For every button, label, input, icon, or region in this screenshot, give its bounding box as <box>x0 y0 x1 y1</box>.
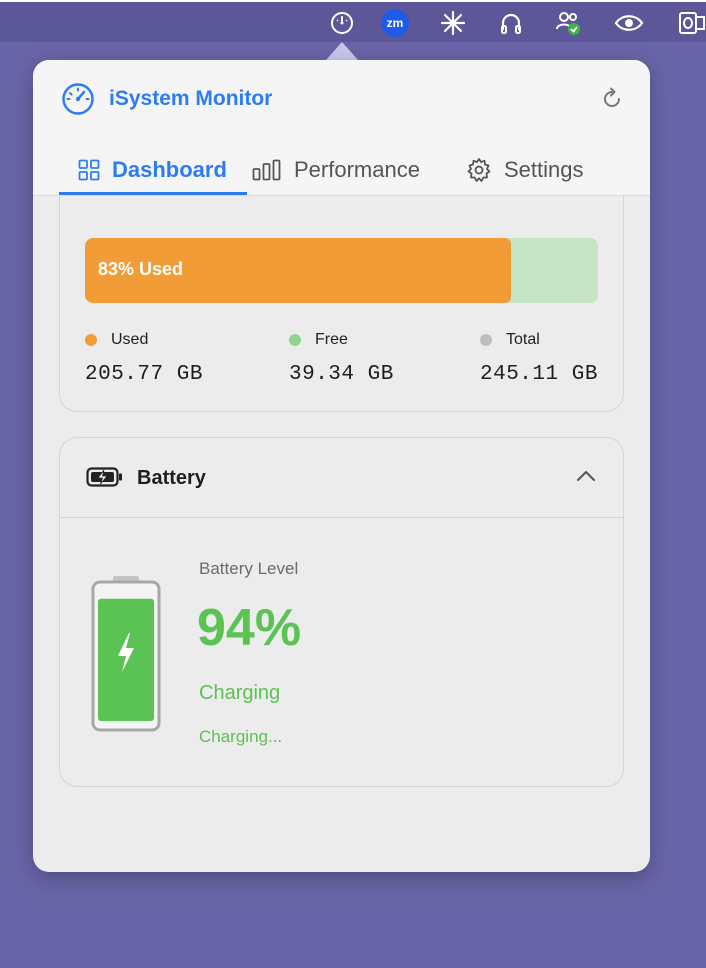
free-value: 39.34 GB <box>289 363 394 386</box>
tab-dashboard-label: Dashboard <box>112 157 227 182</box>
legend-free: Free <box>289 331 348 349</box>
popover-caret <box>326 42 358 60</box>
eye-icon[interactable] <box>614 8 644 38</box>
legend-total-label: Total <box>506 331 540 348</box>
free-dot-icon <box>289 334 301 346</box>
storage-usage-bar: 83% Used <box>85 238 598 303</box>
used-value: 205.77 GB <box>85 363 203 386</box>
legend-total: Total <box>480 331 540 349</box>
gear-icon <box>467 158 491 182</box>
battery-card-header[interactable]: Battery <box>60 438 623 518</box>
bars-icon <box>252 159 281 181</box>
app-title: iSystem Monitor <box>109 87 273 110</box>
outlook-icon[interactable] <box>676 8 706 38</box>
legend-used-label: Used <box>111 331 149 348</box>
headphones-icon[interactable] <box>496 8 526 38</box>
storage-card: 83% Used Used Free Total 205.77 GB 39.34… <box>59 170 624 412</box>
battery-card: Battery Battery Level 94% Charging Charg… <box>59 437 624 787</box>
teams-icon[interactable] <box>553 8 583 38</box>
sparkle-icon[interactable] <box>438 8 468 38</box>
tab-performance-label: Performance <box>294 157 420 182</box>
battery-level-label: Battery Level <box>199 559 299 578</box>
battery-state: Charging <box>199 682 281 704</box>
zoom-text: zm <box>381 9 409 37</box>
battery-charging-icon <box>86 467 122 487</box>
legend-free-label: Free <box>315 331 348 348</box>
storage-used-label: 83% Used <box>98 259 184 279</box>
zoom-icon[interactable]: zm <box>380 8 410 38</box>
used-dot-icon <box>85 334 97 346</box>
grid-icon <box>78 159 100 181</box>
total-value: 245.11 GB <box>480 363 598 386</box>
battery-percent: 94% <box>197 599 302 657</box>
speedometer-icon <box>62 83 94 115</box>
active-tab-indicator <box>59 192 247 195</box>
battery-sub-state: Charging... <box>199 727 283 746</box>
chevron-up-icon[interactable] <box>575 468 597 484</box>
tab-performance[interactable]: Performance <box>252 144 420 196</box>
menu-bar: zm <box>0 0 706 42</box>
system-monitor-popover: 83% Used Used Free Total 205.77 GB 39.34… <box>33 60 650 872</box>
legend-used: Used <box>85 331 148 349</box>
total-dot-icon <box>480 334 492 346</box>
battery-title: Battery <box>137 467 206 489</box>
battery-level-graphic <box>91 576 161 732</box>
speedometer-icon[interactable] <box>327 8 357 38</box>
tab-settings-label: Settings <box>504 157 584 182</box>
popover-header: iSystem Monitor Dashboard Performance Se… <box>33 60 650 196</box>
tab-dashboard[interactable]: Dashboard <box>78 144 227 196</box>
tab-settings[interactable]: Settings <box>466 144 584 196</box>
refresh-icon[interactable] <box>599 86 625 112</box>
